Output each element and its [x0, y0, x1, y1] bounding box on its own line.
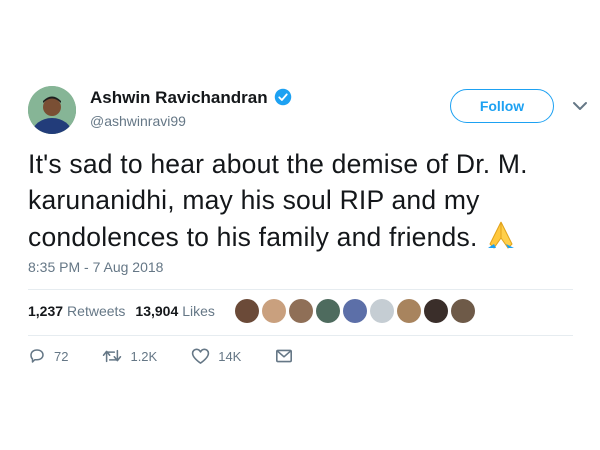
- reply-button[interactable]: 72: [28, 347, 68, 365]
- like-button[interactable]: 14K: [191, 347, 241, 365]
- liker-avatar[interactable]: [370, 299, 394, 323]
- chevron-down-icon[interactable]: [572, 100, 588, 112]
- likes-stat[interactable]: 13,904 Likes: [135, 303, 215, 319]
- liker-avatar[interactable]: [289, 299, 313, 323]
- author-handle[interactable]: @ashwinravi99: [90, 113, 186, 129]
- divider: [28, 335, 573, 336]
- tweet-line: karunanidhi, may his soul RIP and my: [28, 185, 480, 215]
- engagement-stats: 1,237 Retweets 13,904 Likes: [28, 303, 225, 319]
- liker-avatar[interactable]: [262, 299, 286, 323]
- retweet-button[interactable]: 1.2K: [102, 347, 157, 365]
- tweet-line: It's sad to hear about the demise of Dr.…: [28, 149, 528, 179]
- reply-count: 72: [54, 348, 69, 364]
- tweet-actions: 72 1.2K 14K: [28, 347, 301, 365]
- envelope-icon: [276, 349, 293, 363]
- retweet-count: 1.2K: [130, 348, 158, 364]
- tweet-line: condolences to his family and friends.: [28, 218, 568, 255]
- liker-avatar[interactable]: [397, 299, 421, 323]
- verified-badge-icon: [274, 88, 292, 106]
- liker-avatar[interactable]: [424, 299, 448, 323]
- message-button[interactable]: [275, 348, 301, 364]
- divider: [28, 289, 573, 290]
- folded-hands-icon: [487, 221, 514, 249]
- tweet-text: It's sad to hear about the demise of Dr.…: [28, 146, 568, 255]
- liker-avatar[interactable]: [235, 299, 259, 323]
- liker-avatar[interactable]: [316, 299, 340, 323]
- liker-avatar[interactable]: [451, 299, 475, 323]
- like-count: 14K: [218, 348, 242, 364]
- retweets-stat[interactable]: 1,237 Retweets: [28, 303, 125, 319]
- avatar-photo: [28, 86, 76, 134]
- retweet-icon: [103, 349, 122, 363]
- author-name[interactable]: Ashwin Ravichandran: [90, 88, 268, 108]
- profile-avatar[interactable]: [28, 86, 76, 134]
- heart-icon: [192, 348, 210, 364]
- liker-avatar[interactable]: [343, 299, 367, 323]
- liker-avatars: [235, 299, 478, 323]
- follow-button[interactable]: Follow: [450, 89, 554, 123]
- tweet-timestamp[interactable]: 8:35 PM - 7 Aug 2018: [28, 259, 163, 275]
- reply-icon: [30, 349, 44, 363]
